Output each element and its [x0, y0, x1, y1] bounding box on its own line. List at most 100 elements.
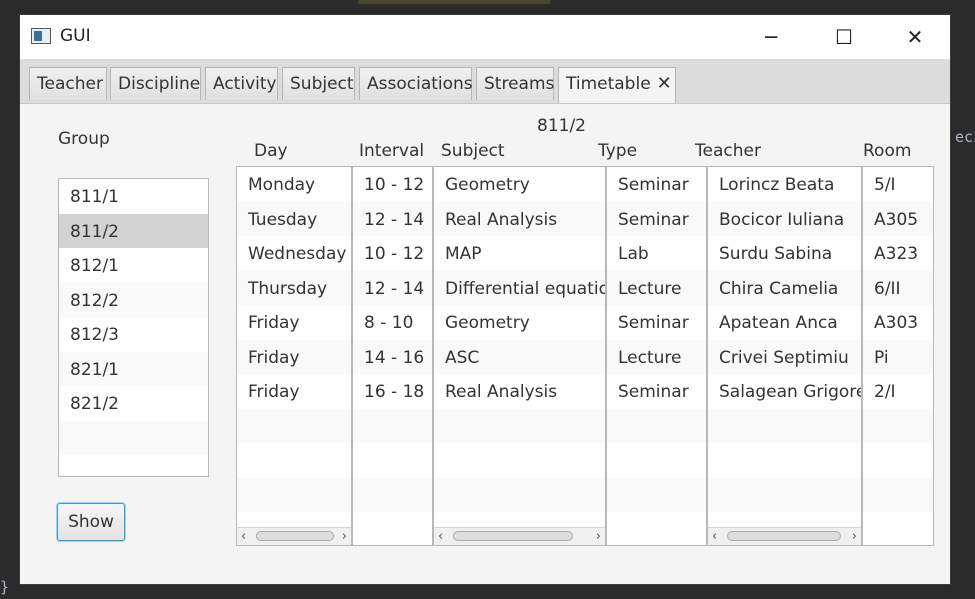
type-cell[interactable]: Seminar: [607, 305, 706, 340]
type-list[interactable]: Seminar Seminar Lab Lecture Seminar Lect…: [606, 166, 707, 546]
type-cell[interactable]: Seminar: [607, 374, 706, 409]
type-cell[interactable]: Lecture: [607, 270, 706, 305]
subject-cell[interactable]: Geometry: [434, 305, 605, 340]
subject-cell[interactable]: ASC: [434, 339, 605, 374]
room-cell[interactable]: 2/I: [863, 374, 933, 409]
scrollbar-thumb[interactable]: [256, 531, 334, 541]
empty-row: [237, 477, 351, 512]
day-cell[interactable]: Thursday: [237, 270, 351, 305]
room-cell[interactable]: A305: [863, 201, 933, 236]
group-item-812-3[interactable]: 812/3: [59, 317, 208, 352]
day-cell[interactable]: Tuesday: [237, 201, 351, 236]
teacher-list[interactable]: Lorincz Beata Bocicor Iuliana Surdu Sabi…: [707, 166, 862, 546]
group-item-811-2[interactable]: 811/2: [59, 213, 208, 248]
maximize-icon: ☐: [835, 25, 853, 49]
app-icon: [31, 28, 51, 44]
tab-timetable[interactable]: Timetable ✕: [558, 67, 676, 103]
close-window-button[interactable]: ✕: [892, 15, 938, 59]
day-cell[interactable]: Monday: [237, 167, 351, 202]
group-list[interactable]: 811/1 811/2 812/1 812/2 812/3 821/1 821/…: [58, 178, 209, 477]
group-item-empty: [59, 420, 208, 455]
interval-list[interactable]: 10 - 12 12 - 14 10 - 12 12 - 14 8 - 10 1…: [352, 166, 433, 546]
day-cell[interactable]: Friday: [237, 339, 351, 374]
tab-streams[interactable]: Streams: [476, 67, 554, 100]
day-list[interactable]: Monday Tuesday Wednesday Thursday Friday…: [236, 166, 352, 546]
room-cell[interactable]: 6/II: [863, 270, 933, 305]
day-list-scrollbar[interactable]: ‹ ›: [237, 527, 351, 545]
teacher-cell[interactable]: Chira Camelia: [708, 270, 861, 305]
group-item-821-2[interactable]: 821/2: [59, 386, 208, 421]
room-cell[interactable]: A303: [863, 305, 933, 340]
day-cell[interactable]: Friday: [237, 305, 351, 340]
room-cell[interactable]: 5/I: [863, 167, 933, 202]
type-cell[interactable]: Lecture: [607, 339, 706, 374]
empty-row: [353, 512, 432, 545]
subject-cell[interactable]: Real Analysis: [434, 201, 605, 236]
scroll-right-icon[interactable]: ›: [342, 528, 347, 545]
interval-cell[interactable]: 12 - 14: [353, 270, 432, 305]
teacher-cell[interactable]: Lorincz Beata: [708, 167, 861, 202]
scroll-left-icon[interactable]: ‹: [438, 528, 443, 545]
empty-row: [434, 408, 605, 443]
teacher-header: Teacher: [695, 141, 761, 161]
subject-cell[interactable]: Real Analysis: [434, 374, 605, 409]
tab-associations[interactable]: Associations: [359, 67, 473, 100]
room-cell[interactable]: Pi: [863, 339, 933, 374]
group-item-812-1[interactable]: 812/1: [59, 248, 208, 283]
interval-cell[interactable]: 12 - 14: [353, 201, 432, 236]
interval-cell[interactable]: 14 - 16: [353, 339, 432, 374]
subject-list-scrollbar[interactable]: ‹ ›: [434, 527, 605, 545]
interval-cell[interactable]: 8 - 10: [353, 305, 432, 340]
empty-row: [863, 443, 933, 478]
group-item-812-2[interactable]: 812/2: [59, 282, 208, 317]
teacher-cell[interactable]: Surdu Sabina: [708, 236, 861, 271]
tab-close-icon[interactable]: ✕: [657, 73, 672, 94]
minimize-button[interactable]: ─: [748, 15, 794, 59]
interval-cell[interactable]: 16 - 18: [353, 374, 432, 409]
day-cell[interactable]: Friday: [237, 374, 351, 409]
empty-row: [708, 443, 861, 478]
subject-cell[interactable]: Geometry: [434, 167, 605, 202]
room-cell[interactable]: A323: [863, 236, 933, 271]
subject-header: Subject: [441, 141, 505, 161]
interval-header: Interval: [359, 141, 425, 161]
tab-discipline[interactable]: Discipline: [110, 67, 201, 100]
teacher-cell[interactable]: Apatean Anca: [708, 305, 861, 340]
room-list[interactable]: 5/I A305 A323 6/II A303 Pi 2/I: [862, 166, 934, 546]
scrollbar-thumb[interactable]: [727, 531, 841, 541]
type-cell[interactable]: Seminar: [607, 201, 706, 236]
app-window: GUI ─ ☐ ✕ Teacher Discipline Activity Su…: [20, 15, 950, 584]
maximize-button[interactable]: ☐: [821, 15, 867, 59]
group-item-811-1[interactable]: 811/1: [59, 179, 208, 214]
day-cell[interactable]: Wednesday: [237, 236, 351, 271]
show-button[interactable]: Show: [57, 503, 125, 541]
scrollbar-thumb[interactable]: [453, 531, 573, 541]
group-label: Group: [58, 129, 110, 149]
interval-cell[interactable]: 10 - 12: [353, 236, 432, 271]
group-item-821-1[interactable]: 821/1: [59, 351, 208, 386]
window-title: GUI: [60, 26, 91, 46]
teacher-cell[interactable]: Crivei Septimiu: [708, 339, 861, 374]
tab-teacher[interactable]: Teacher: [29, 67, 107, 100]
subject-cell[interactable]: MAP: [434, 236, 605, 271]
tab-activity[interactable]: Activity: [205, 67, 278, 100]
empty-row: [708, 477, 861, 512]
teacher-cell[interactable]: Bocicor Iuliana: [708, 201, 861, 236]
scroll-right-icon[interactable]: ›: [596, 528, 601, 545]
empty-row: [434, 443, 605, 478]
tab-subject[interactable]: Subject: [282, 67, 355, 100]
type-cell[interactable]: Seminar: [607, 167, 706, 202]
scroll-left-icon[interactable]: ‹: [241, 528, 246, 545]
subject-cell[interactable]: Differential equations: [434, 270, 605, 305]
scroll-left-icon[interactable]: ‹: [712, 528, 717, 545]
empty-row: [353, 443, 432, 478]
empty-row: [434, 477, 605, 512]
teacher-cell[interactable]: Salagean Grigore: [708, 374, 861, 409]
teacher-list-scrollbar[interactable]: ‹ ›: [708, 527, 861, 545]
interval-cell[interactable]: 10 - 12: [353, 167, 432, 202]
subject-list[interactable]: Geometry Real Analysis MAP Differential …: [433, 166, 606, 546]
empty-row: [237, 443, 351, 478]
scroll-right-icon[interactable]: ›: [852, 528, 857, 545]
type-cell[interactable]: Lab: [607, 236, 706, 271]
empty-row: [237, 408, 351, 443]
